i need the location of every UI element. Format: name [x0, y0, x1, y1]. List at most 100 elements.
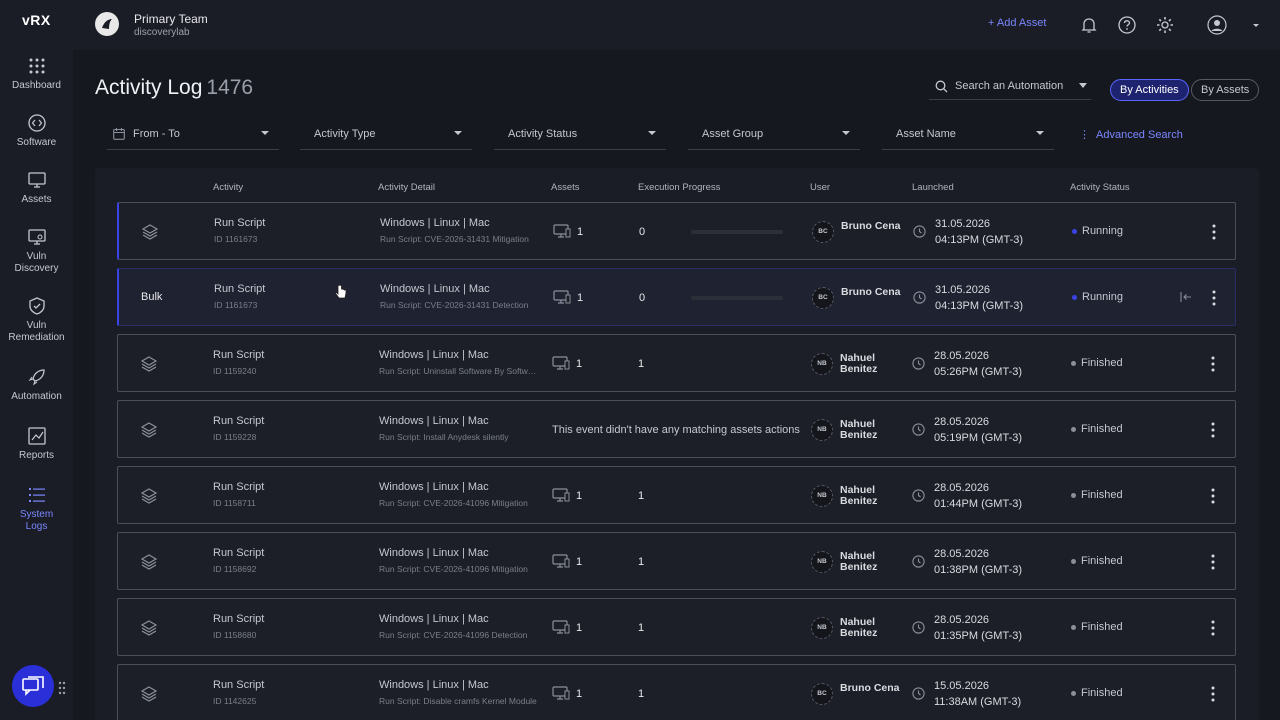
grid-icon	[29, 58, 44, 74]
user-name: Bruno Cena	[841, 286, 901, 298]
user-name: Nahuel Benitez	[840, 352, 878, 375]
sidebar-item-label: Assets	[21, 194, 52, 205]
sidebar-item-system-logs[interactable]: System Logs	[0, 486, 73, 533]
column-header-activity[interactable]: Activity	[213, 182, 243, 193]
column-header-execution-progress[interactable]: Execution Progress	[638, 182, 720, 193]
more-options-icon[interactable]	[1210, 289, 1218, 307]
advanced-search-link[interactable]: ⋮ Advanced Search	[1079, 128, 1183, 141]
sidebar-item-label: Vuln Remediation	[8, 320, 65, 343]
view-by-assets-button[interactable]: By Assets	[1191, 79, 1260, 101]
launched-datetime: 28.05.2026 01:35PM (GMT-3)	[934, 612, 1022, 644]
monitor-icon	[553, 290, 571, 304]
sidebar-item-label: Reports	[18, 450, 54, 461]
launched-datetime: 31.05.2026 04:13PM (GMT-3)	[935, 282, 1023, 314]
user-avatar: NB	[811, 485, 833, 507]
view-by-activities-button[interactable]: By Activities	[1110, 79, 1189, 101]
sidebar-item-dashboard[interactable]: Dashboard	[0, 57, 73, 92]
launched-time: 01:35PM (GMT-3)	[934, 630, 1023, 642]
more-options-icon[interactable]	[1209, 487, 1217, 505]
chevron-down-icon[interactable]	[1251, 15, 1261, 35]
chat-button[interactable]	[12, 665, 54, 707]
asset-group-filter[interactable]: Asset Group	[688, 122, 860, 150]
launched-datetime: 31.05.2026 04:13PM (GMT-3)	[935, 216, 1023, 248]
status-badge: Finished	[1081, 357, 1123, 369]
column-header-launched[interactable]: Launched	[912, 182, 954, 193]
drag-handle-icon[interactable]	[58, 680, 66, 696]
status-badge: Running	[1082, 225, 1123, 237]
column-header-assets[interactable]: Assets	[551, 182, 580, 193]
sidebar-item-reports[interactable]: Reports	[0, 427, 73, 462]
clock-icon	[912, 687, 925, 700]
activity-id: ID 1161673	[214, 300, 258, 310]
progress-count: 1	[638, 490, 645, 502]
sidebar-item-automation[interactable]: Automation	[0, 368, 73, 403]
launched-datetime: 28.05.2026 01:38PM (GMT-3)	[934, 546, 1022, 578]
gear-icon[interactable]	[1155, 15, 1175, 35]
sidebar-item-label: Software	[16, 137, 57, 148]
activity-platforms: Windows | Linux | Mac	[379, 481, 489, 493]
sidebar-item-vuln-remediation[interactable]: Vuln Remediation	[0, 297, 73, 344]
user-avatar-icon[interactable]	[1207, 15, 1227, 35]
activity-platforms: Windows | Linux | Mac	[379, 613, 489, 625]
collapse-icon[interactable]	[1180, 291, 1192, 303]
column-header-user[interactable]: User	[810, 182, 830, 193]
date-range-filter[interactable]: From - To	[107, 122, 279, 150]
monitor-icon	[27, 172, 46, 188]
column-header-activity-status[interactable]: Activity Status	[1070, 182, 1130, 193]
monitor-icon	[552, 356, 570, 370]
launched-date: 28.05.2026	[934, 416, 990, 428]
activity-detail: Run Script: Install Anydesk silently	[379, 432, 509, 442]
table-row[interactable]: Run Script ID 1161673 Windows | Linux | Ma…	[117, 202, 1236, 260]
asset-count: 1	[576, 688, 583, 700]
status-badge: Running	[1082, 291, 1123, 303]
advanced-search-label: Advanced Search	[1096, 129, 1183, 141]
table-row[interactable]: Run Script ID 1158711 Windows | Linux | Ma…	[117, 466, 1236, 524]
help-icon[interactable]	[1117, 15, 1137, 35]
activity-type-filter[interactable]: Activity Type	[300, 122, 472, 150]
more-options-icon[interactable]	[1209, 619, 1217, 637]
search-automation-dropdown[interactable]: Search an Automation	[929, 74, 1091, 100]
activity-status-filter[interactable]: Activity Status	[494, 122, 666, 150]
activity-id: ID 1161673	[214, 234, 258, 244]
more-options-icon[interactable]	[1209, 421, 1217, 439]
table-row[interactable]: Run Script ID 1159228 Windows | Linux | Ma…	[117, 400, 1236, 458]
more-options-icon[interactable]	[1210, 223, 1218, 241]
filter-label: Activity Status	[508, 128, 578, 140]
table-row[interactable]: Run Script ID 1158692 Windows | Linux | Ma…	[117, 532, 1236, 590]
table-row[interactable]: Run Script ID 1142625 Windows | Linux | Ma…	[117, 664, 1236, 720]
sidebar-item-software[interactable]: Software	[0, 114, 73, 149]
team-avatar[interactable]	[95, 12, 119, 36]
more-options-icon[interactable]	[1209, 685, 1217, 703]
user-name: Nahuel Benitez	[840, 418, 878, 441]
chevron-down-icon	[454, 131, 462, 135]
table-header: Activity Activity Detail Assets Executio…	[95, 182, 1259, 198]
activity-platforms: Windows | Linux | Mac	[379, 349, 489, 361]
top-bar: Primary Team discoverylab + Add Asset	[73, 0, 1280, 50]
asset-name-filter[interactable]: Asset Name	[882, 122, 1054, 150]
activity-table: Activity Activity Detail Assets Executio…	[95, 168, 1259, 720]
page-title: Activity Log 1476	[95, 76, 253, 100]
more-options-icon[interactable]	[1209, 553, 1217, 571]
vrx-logo[interactable]: vRX	[22, 12, 51, 28]
table-row[interactable]: Run Script ID 1159240 Windows | Linux | Ma…	[117, 334, 1236, 392]
activity-id: ID 1159228	[213, 432, 257, 442]
table-row[interactable]: Run Script ID 1158680 Windows | Linux | Ma…	[117, 598, 1236, 656]
asset-count: 1	[576, 358, 583, 370]
clock-icon	[912, 555, 925, 568]
launched-date: 28.05.2026	[934, 548, 990, 560]
activity-detail: Run Script: CVE-2026-31431 Detection	[380, 300, 529, 310]
calendar-icon	[113, 128, 125, 140]
sidebar-item-assets[interactable]: Assets	[0, 171, 73, 206]
table-row[interactable]: Bulk Run Script ID 1161673 Windows | Linux …	[117, 268, 1236, 326]
layers-icon	[140, 686, 158, 702]
filter-label: Activity Type	[314, 128, 376, 140]
column-header-activity-detail[interactable]: Activity Detail	[378, 182, 435, 193]
sidebar-item-vuln-discovery[interactable]: Vuln Discovery	[0, 228, 73, 275]
more-options-icon[interactable]	[1209, 355, 1217, 373]
bell-icon[interactable]	[1079, 15, 1099, 35]
progress-bar	[691, 296, 783, 300]
status-dot	[1072, 295, 1077, 300]
team-name[interactable]: Primary Team	[134, 12, 208, 26]
launched-datetime: 28.05.2026 05:19PM (GMT-3)	[934, 414, 1022, 446]
add-asset-button[interactable]: + Add Asset	[988, 17, 1046, 29]
